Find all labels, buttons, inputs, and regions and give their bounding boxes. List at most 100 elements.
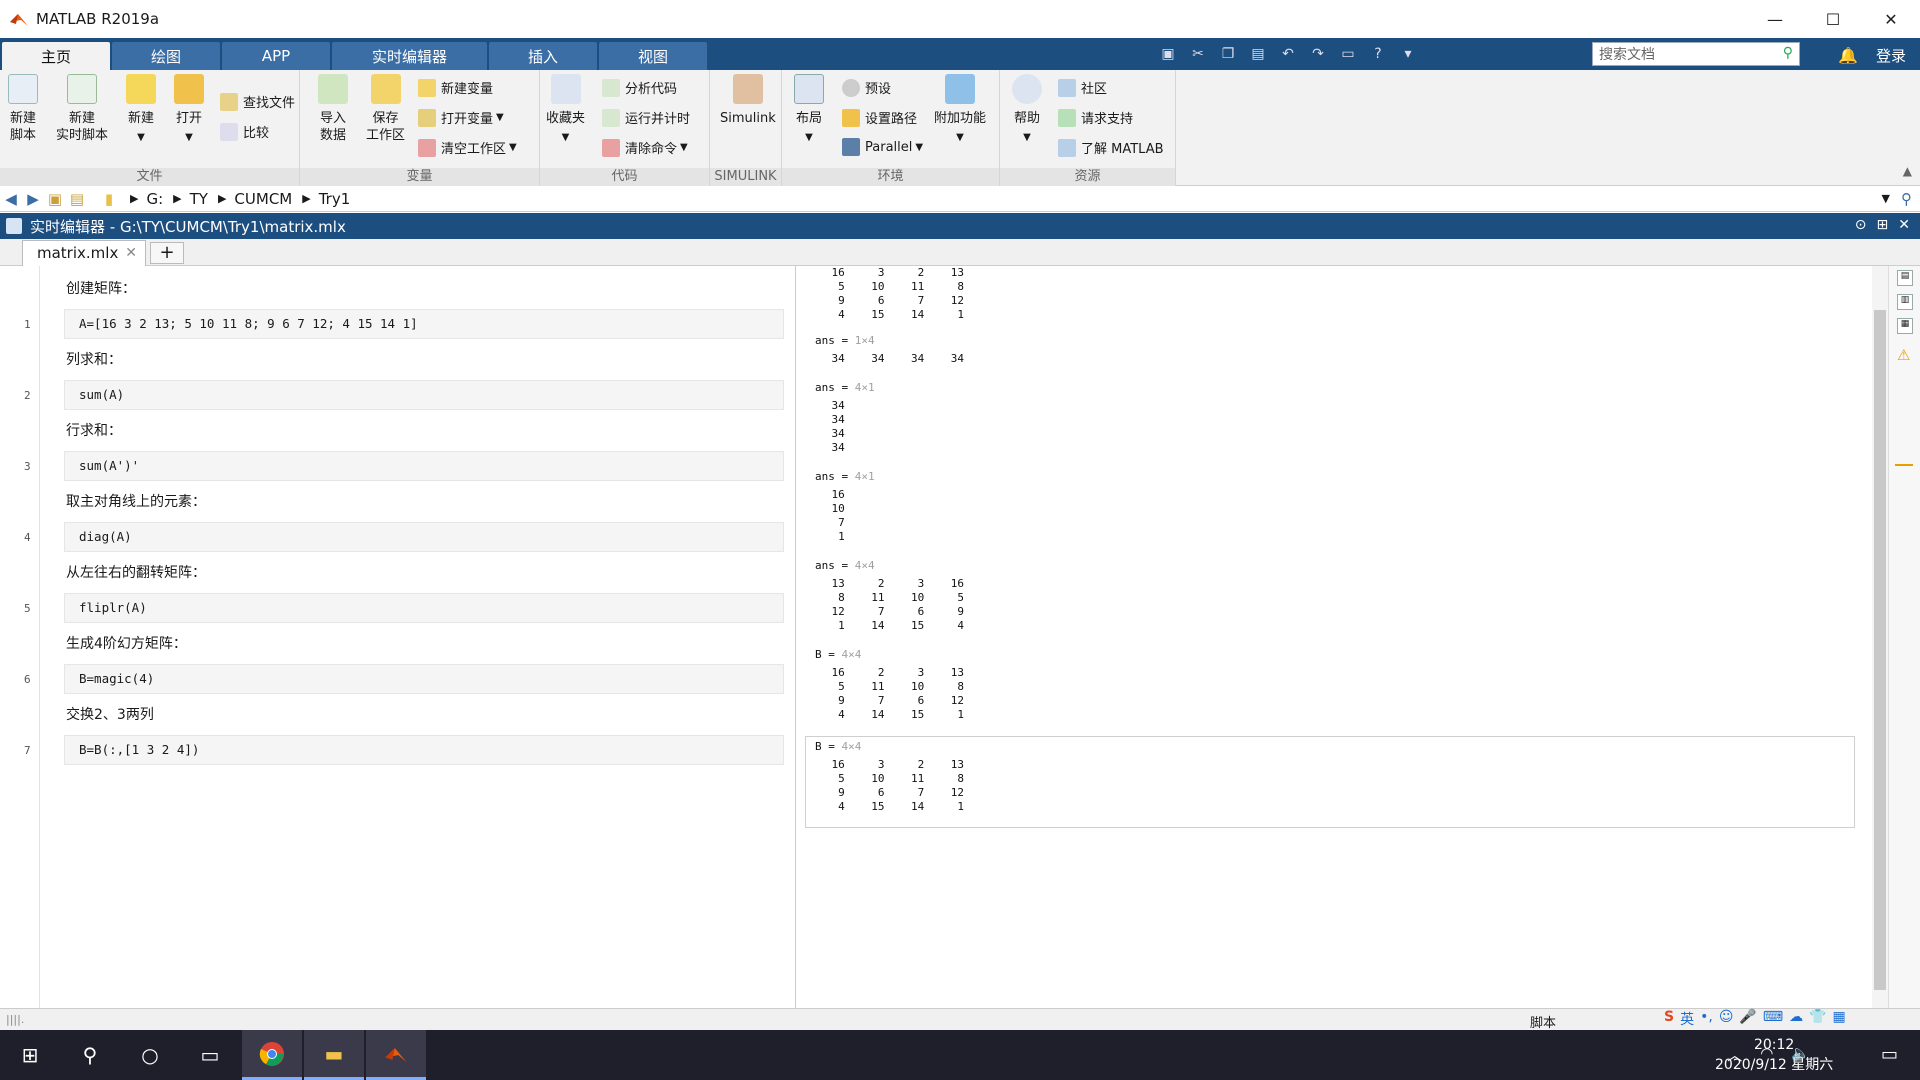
import-data-button[interactable]: 导入 数据: [318, 74, 348, 144]
output-inline-icon[interactable]: ▤: [1897, 270, 1913, 286]
add-ons-button[interactable]: 附加功能 ▼: [934, 74, 986, 146]
breadcrumb-cumcm[interactable]: CUMCM: [234, 190, 292, 208]
customize-icon[interactable]: ▾: [1396, 42, 1420, 66]
open-button[interactable]: 打开 ▼: [174, 74, 204, 146]
back-arrow-icon[interactable]: ◀: [0, 190, 22, 208]
simulink-button[interactable]: Simulink: [720, 74, 776, 127]
up-folder-icon[interactable]: ▣: [44, 190, 66, 208]
learn-matlab-button[interactable]: 了解 MATLAB: [1058, 138, 1164, 157]
tab-view[interactable]: 视图: [599, 42, 707, 70]
chrome-icon[interactable]: [242, 1030, 302, 1080]
layout-button[interactable]: 布局 ▼: [794, 74, 824, 146]
open-variable-button[interactable]: 打开变量 ▼: [418, 108, 504, 127]
tab-plots[interactable]: 绘图: [112, 42, 220, 70]
maximize-button[interactable]: ☐: [1804, 0, 1862, 38]
text-line[interactable]: 从左往右的翻转矩阵：: [66, 562, 206, 582]
code-line[interactable]: B=magic(4): [64, 664, 784, 694]
request-support-button[interactable]: 请求支持: [1058, 108, 1133, 127]
help-icon[interactable]: ?: [1366, 42, 1390, 66]
skin-icon[interactable]: ☁: [1789, 1009, 1803, 1029]
code-line[interactable]: sum(A')': [64, 451, 784, 481]
clear-commands-button[interactable]: 清除命令 ▼: [602, 138, 688, 157]
community-button[interactable]: 社区: [1058, 78, 1107, 97]
favorites-button[interactable]: 收藏夹 ▼: [546, 74, 585, 146]
save-icon[interactable]: ▣: [1156, 42, 1180, 66]
cut-icon[interactable]: ✂: [1186, 42, 1210, 66]
tab-apps[interactable]: APP: [222, 42, 330, 70]
grid-icon[interactable]: ▦: [1833, 1009, 1846, 1029]
search-folder-icon[interactable]: ⚲: [1901, 190, 1912, 208]
matlab-taskbar-icon[interactable]: [366, 1030, 426, 1080]
shirt-icon[interactable]: 👕: [1809, 1009, 1826, 1029]
output-scrollbar[interactable]: [1872, 266, 1888, 1008]
windows-start-icon[interactable]: ⊞: [0, 1030, 60, 1080]
switch-windows-icon[interactable]: ▭: [1336, 42, 1360, 66]
tab-home[interactable]: 主页: [2, 42, 110, 70]
warning-marker[interactable]: [1895, 464, 1913, 466]
hide-code-icon[interactable]: ▦: [1897, 318, 1913, 334]
text-line[interactable]: 创建矩阵：: [66, 278, 136, 298]
preferences-button[interactable]: 预设: [842, 78, 891, 97]
code-line[interactable]: sum(A): [64, 380, 784, 410]
system-clock[interactable]: 20:12 2020/9/12 星期六: [1715, 1035, 1833, 1075]
path-dropdown-icon[interactable]: ▼: [1882, 192, 1890, 205]
undo-icon[interactable]: ↶: [1276, 42, 1300, 66]
minimize-button[interactable]: —: [1746, 0, 1804, 38]
close-button[interactable]: ✕: [1862, 0, 1920, 38]
run-and-time-button[interactable]: 运行并计时: [602, 108, 690, 127]
redo-icon[interactable]: ↷: [1306, 42, 1330, 66]
new-script-button[interactable]: 新建 脚本: [8, 74, 38, 144]
output-pane[interactable]: 16 3 2 13 5 10 11 8 9 6 7 12 4 15 14 1 a…: [797, 266, 1872, 1008]
task-view-icon[interactable]: ▭: [180, 1030, 240, 1080]
parallel-button[interactable]: Parallel ▼: [842, 138, 923, 156]
text-line[interactable]: 生成4阶幻方矩阵：: [66, 633, 187, 653]
code-line[interactable]: diag(A): [64, 522, 784, 552]
save-workspace-button[interactable]: 保存 工作区: [366, 74, 405, 144]
search-icon[interactable]: ⚲: [60, 1030, 120, 1080]
punctuation-icon[interactable]: •,: [1700, 1009, 1713, 1029]
search-input[interactable]: 搜索文档 ⚲: [1592, 42, 1800, 66]
paste-icon[interactable]: ▤: [1246, 42, 1270, 66]
browse-folder-icon[interactable]: ▤: [66, 190, 88, 208]
breadcrumb-drive[interactable]: G:: [146, 190, 163, 208]
action-center-icon[interactable]: ▭: [1881, 1044, 1898, 1065]
undock-icon[interactable]: ⊞: [1877, 217, 1889, 233]
close-tab-icon[interactable]: ✕: [125, 241, 137, 265]
cortana-icon[interactable]: ○: [120, 1030, 180, 1080]
live-script-editor[interactable]: 创建矩阵： 1 A=[16 3 2 13; 5 10 11 8; 9 6 7 1…: [0, 266, 796, 1008]
file-tab-matrix[interactable]: matrix.mlx ✕: [22, 240, 146, 266]
ime-language[interactable]: 英: [1680, 1009, 1694, 1029]
tab-insert[interactable]: 插入: [489, 42, 597, 70]
code-line[interactable]: A=[16 3 2 13; 5 10 11 8; 9 6 7 12; 4 15 …: [64, 309, 784, 339]
copy-icon[interactable]: ❐: [1216, 42, 1240, 66]
emoji-icon[interactable]: ☺: [1719, 1009, 1734, 1029]
analyze-code-button[interactable]: 分析代码: [602, 78, 677, 97]
collapse-ribbon-icon[interactable]: ▲: [1903, 164, 1912, 178]
scrollbar-thumb[interactable]: [1874, 310, 1886, 990]
text-line[interactable]: 行求和：: [66, 420, 122, 440]
new-tab-button[interactable]: +: [150, 242, 184, 264]
login-link[interactable]: 登录: [1876, 45, 1906, 66]
output-right-icon[interactable]: ▥: [1897, 294, 1913, 310]
breadcrumb-ty[interactable]: TY: [190, 190, 208, 208]
new-button[interactable]: 新建 ▼: [126, 74, 156, 146]
breadcrumb-try1[interactable]: Try1: [319, 190, 351, 208]
microphone-icon[interactable]: 🎤: [1739, 1009, 1756, 1029]
warning-icon[interactable]: ⚠: [1897, 346, 1910, 364]
tab-live-editor[interactable]: 实时编辑器: [332, 42, 487, 70]
notification-bell-icon[interactable]: 🔔: [1838, 46, 1858, 65]
clear-workspace-button[interactable]: 清空工作区 ▼: [418, 138, 517, 157]
find-files-button[interactable]: 查找文件: [220, 92, 295, 111]
keyboard-icon[interactable]: ⌨: [1763, 1009, 1783, 1029]
set-path-button[interactable]: 设置路径: [842, 108, 917, 127]
close-panel-icon[interactable]: ✕: [1898, 217, 1910, 233]
help-button[interactable]: 帮助 ▼: [1012, 74, 1042, 146]
file-explorer-icon[interactable]: ▬: [304, 1030, 364, 1080]
text-line[interactable]: 取主对角线上的元素：: [66, 491, 206, 511]
text-line[interactable]: 交换2、3两列: [66, 704, 154, 724]
panel-menu-icon[interactable]: ⊙: [1855, 217, 1867, 233]
text-line[interactable]: 列求和：: [66, 349, 122, 369]
code-line[interactable]: B=B(:,[1 3 2 4]): [64, 735, 784, 765]
new-live-script-button[interactable]: 新建 实时脚本: [56, 74, 108, 144]
sogou-logo-icon[interactable]: S: [1664, 1009, 1674, 1029]
